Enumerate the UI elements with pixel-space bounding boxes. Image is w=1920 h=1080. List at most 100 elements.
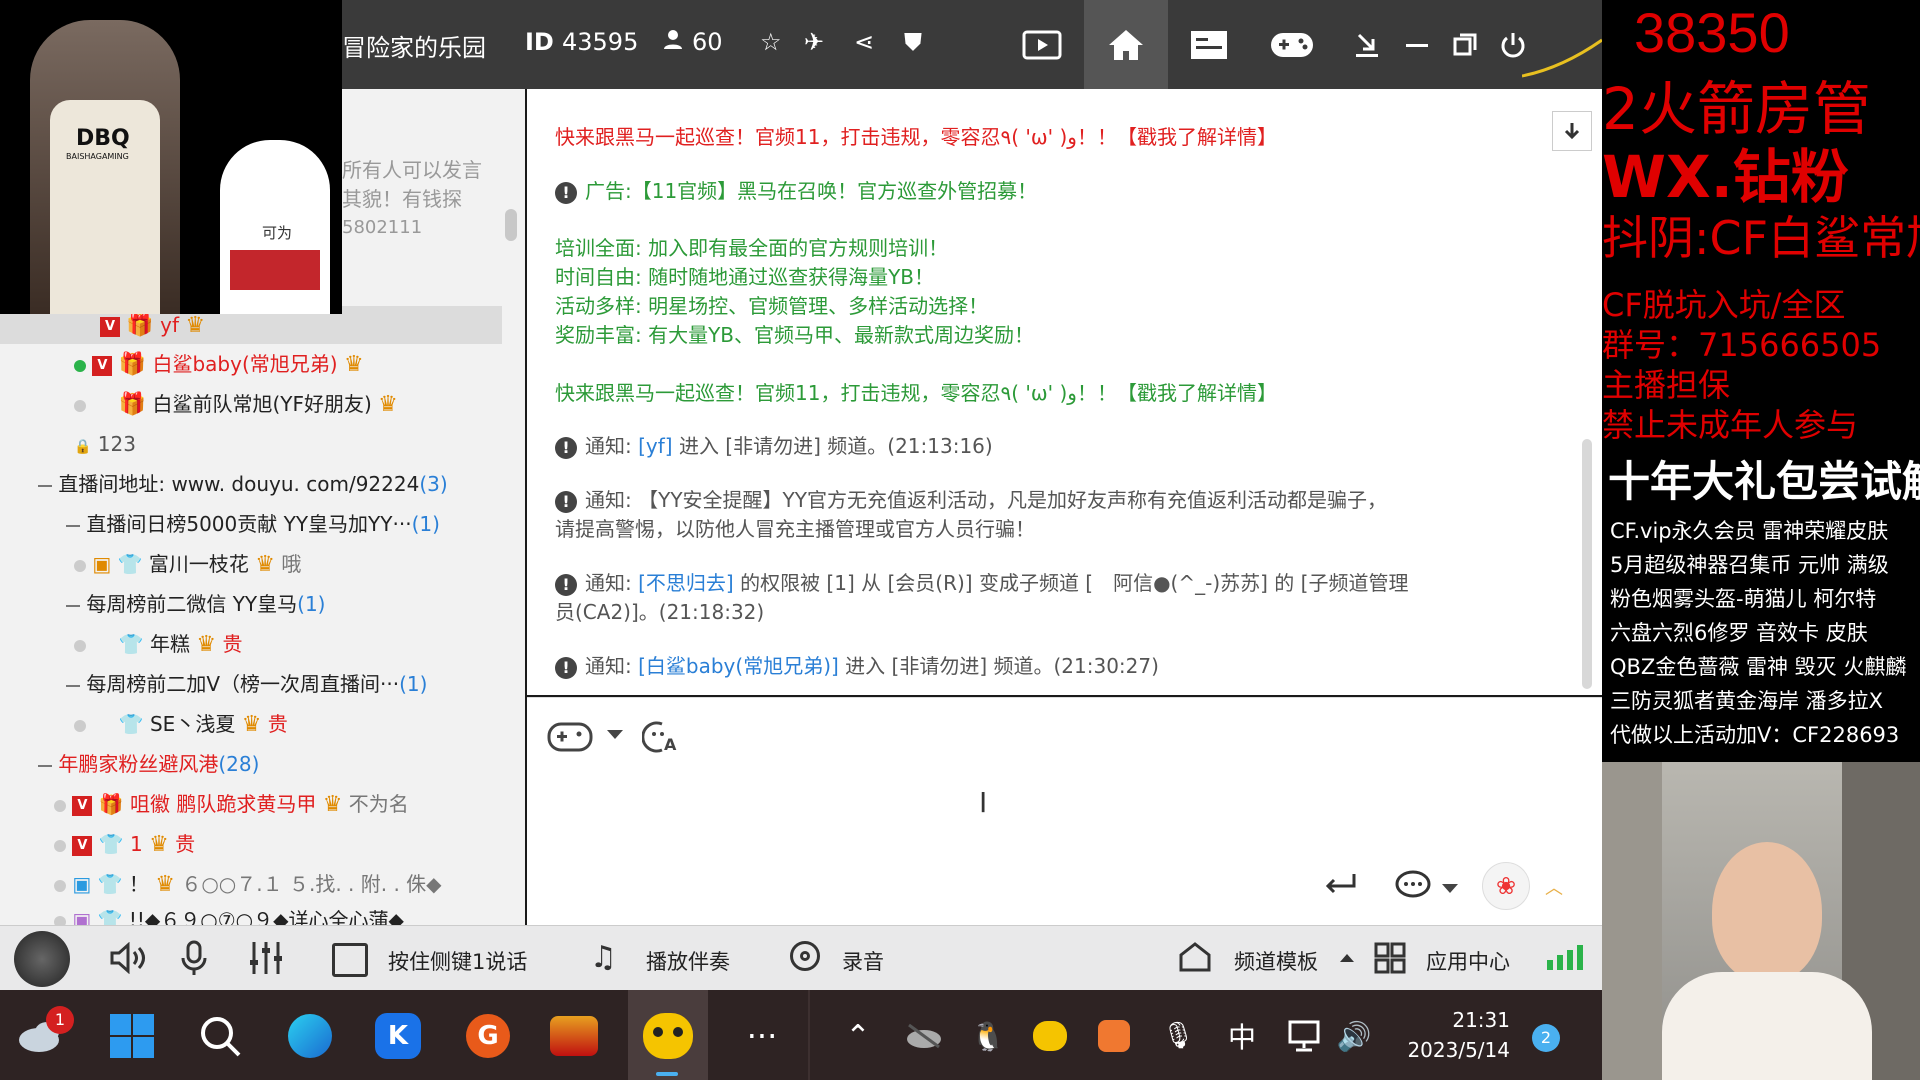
volume-icon[interactable]: 🔊 — [1328, 1010, 1380, 1062]
share-icon[interactable]: ⋖ — [854, 28, 874, 56]
chat-scrollbar[interactable] — [1582, 439, 1592, 689]
chevron-down-icon[interactable] — [1442, 884, 1458, 893]
flower-icon[interactable]: ❀ — [1482, 862, 1530, 910]
speaker-icon[interactable] — [108, 941, 148, 978]
tree-user-row[interactable]: V 👕 1 ♛ 贵 — [54, 825, 195, 863]
video-icon[interactable] — [1017, 20, 1067, 70]
apps-label[interactable]: 应用中心 — [1426, 946, 1510, 976]
qq-icon[interactable]: 🐧 — [962, 1010, 1014, 1062]
collapse-icon[interactable] — [38, 764, 52, 767]
tree-group-row[interactable]: 年鹏家粉丝避风港(28) — [38, 745, 259, 783]
chat-notice-cont: 请提高警惕，以防他人冒充主播管理或官方人员行骗！ — [555, 517, 1035, 541]
font-style-icon[interactable]: A — [641, 720, 682, 758]
notice-user[interactable]: [不思归去] — [638, 571, 734, 595]
channel-name: 冒险家的乐园 — [342, 34, 486, 62]
chat-message[interactable]: 快来跟黑马一起巡查！官频11，打击违规，零容忍٩( 'ω' )و！！【戳我了解详… — [555, 379, 1277, 408]
kugou-icon[interactable]: K — [372, 1010, 424, 1062]
windows-start-icon[interactable] — [106, 1010, 158, 1062]
music-icon[interactable]: ♫ — [590, 940, 617, 975]
clock-date[interactable]: 2023/5/14 — [1400, 1038, 1510, 1062]
collapse-icon[interactable] — [66, 524, 80, 527]
scroll-down-button[interactable] — [1552, 111, 1592, 151]
music-label[interactable]: 播放伴奏 — [646, 946, 730, 976]
notice-user[interactable]: [白鲨baby(常旭兄弟)] — [638, 654, 839, 678]
user-extra: 哦 — [281, 552, 302, 576]
download-icon[interactable] — [1342, 20, 1392, 70]
divider — [808, 990, 810, 1080]
home-icon[interactable] — [1084, 0, 1168, 89]
app-g-icon[interactable]: G — [462, 1010, 514, 1062]
plane-icon[interactable]: ✈ — [804, 28, 824, 56]
chevron-up-icon[interactable] — [1340, 954, 1354, 962]
tree-user-row[interactable]: 🎁 白鲨前队常旭(YF好朋友) ♛ — [74, 385, 398, 423]
gamepad-emoji-icon[interactable] — [547, 718, 597, 758]
chevron-up-icon[interactable]: ︿ — [1545, 874, 1563, 900]
tree-user-row[interactable]: 🔒 123 — [74, 425, 136, 463]
tree-user-row[interactable]: 👕 年糕 ♛ 贵 — [74, 625, 242, 663]
tree-user-row[interactable]: ▣ 👕 ！ ♛ ６○○７.１ ５.找. . 附. . 侏◆ — [54, 865, 442, 903]
tree-subgroup-row[interactable]: 直播间日榜5000贡献 YY皇马加YY···(1) — [66, 505, 440, 543]
cloud-icon[interactable] — [898, 1010, 950, 1062]
microphone-icon[interactable] — [180, 940, 208, 980]
streamer-shirt — [1662, 972, 1872, 1080]
user-name: 1 — [129, 832, 143, 856]
board-icon[interactable] — [1184, 20, 1234, 70]
group-name: 直播间地址: www. douyu. com/92224 — [58, 472, 420, 496]
app-tray-icon[interactable] — [1088, 1010, 1140, 1062]
notice-user[interactable]: [yf] — [638, 434, 672, 458]
announce-line3: 5802111 — [342, 217, 423, 238]
chevron-down-icon[interactable] — [607, 730, 623, 739]
chat-bubble-icon[interactable] — [1395, 870, 1435, 906]
mic-tray-icon[interactable]: 🎙 — [1152, 1010, 1204, 1062]
collapse-icon[interactable] — [66, 684, 80, 687]
tree-subgroup-row[interactable]: 每周榜前二微信 YY皇马(1) — [66, 585, 326, 623]
ptt-label[interactable]: 按住侧键1说话 — [388, 946, 527, 976]
ime-indicator[interactable]: 中 — [1216, 1010, 1268, 1062]
shield-icon[interactable]: ⛊ — [904, 28, 922, 56]
tree-user-row[interactable]: V 🎁 咀徽 鹏队跪求黄马甲 ♛ 不为名 — [54, 785, 409, 823]
restore-icon[interactable] — [1440, 20, 1490, 70]
collapse-icon[interactable] — [38, 484, 52, 487]
crossfire-icon[interactable] — [548, 1010, 600, 1062]
record-icon[interactable] — [790, 941, 820, 971]
group-count: (1) — [411, 512, 440, 536]
gamepad-icon[interactable] — [1267, 20, 1317, 70]
minimize-icon[interactable] — [1392, 20, 1442, 70]
yy-app-icon[interactable] — [642, 1010, 694, 1062]
template-icon[interactable] — [1178, 941, 1212, 977]
notification-badge[interactable]: 2 — [1532, 1024, 1560, 1052]
yy-tray-icon[interactable] — [1024, 1010, 1076, 1062]
tree-user-row[interactable]: V 🎁 白鲨baby(常旭兄弟) ♛ — [74, 345, 364, 383]
weather-badge: 1 — [46, 1006, 74, 1034]
avatar[interactable] — [14, 931, 70, 987]
tree-user-row[interactable]: ▣ 👕 !!◆６９○⑦○９◆详心全心蒲◆ — [54, 901, 404, 925]
shirt-icon: 👕 — [118, 712, 144, 736]
apps-grid-icon[interactable] — [1374, 942, 1406, 978]
overlay-text: 禁止未成年人参与 — [1602, 406, 1859, 444]
browser-icon[interactable] — [284, 1010, 336, 1062]
chat-message[interactable]: 快来跟黑马一起巡查！官频11，打击违规，零容忍٩( 'ω' )و！！【戳我了解详… — [555, 123, 1277, 152]
chevron-up-icon[interactable]: ⌃ — [832, 1010, 884, 1062]
active-indicator — [656, 1072, 678, 1076]
search-icon[interactable] — [194, 1010, 246, 1062]
record-label[interactable]: 录音 — [842, 946, 884, 976]
tree-group-row[interactable]: 直播间地址: www. douyu. com/92224(3) — [38, 465, 448, 503]
enter-icon[interactable] — [1322, 870, 1358, 902]
tree-user-row[interactable]: 👕 SE丶浅夏 ♛ 贵 — [74, 705, 288, 743]
more-icon[interactable]: ··· — [736, 1010, 788, 1062]
overlay-text: 抖阴:CF白鲨常旭 — [1602, 211, 1920, 265]
channel-id: 43595 — [562, 28, 639, 56]
clock-time[interactable]: 21:31 — [1400, 1008, 1510, 1032]
vest-icon: ▣ — [72, 872, 92, 896]
ptt-checkbox[interactable] — [332, 943, 368, 977]
network-icon[interactable] — [1280, 1010, 1332, 1062]
tree-subgroup-row[interactable]: 每周榜前二加V（榜一次周直播间···(1) — [66, 665, 427, 703]
id-label: ID — [525, 28, 554, 56]
equalizer-icon[interactable] — [248, 940, 284, 980]
tree-user-row[interactable]: ▣ 👕 富川一枝花 ♛ 哦 — [74, 545, 301, 583]
template-label[interactable]: 频道模板 — [1234, 946, 1318, 976]
star-icon[interactable]: ☆ — [760, 28, 782, 56]
message-input-area[interactable]: A I ❀ ︿ — [527, 697, 1602, 926]
announce-scrollbar[interactable] — [505, 209, 517, 241]
collapse-icon[interactable] — [66, 604, 80, 607]
